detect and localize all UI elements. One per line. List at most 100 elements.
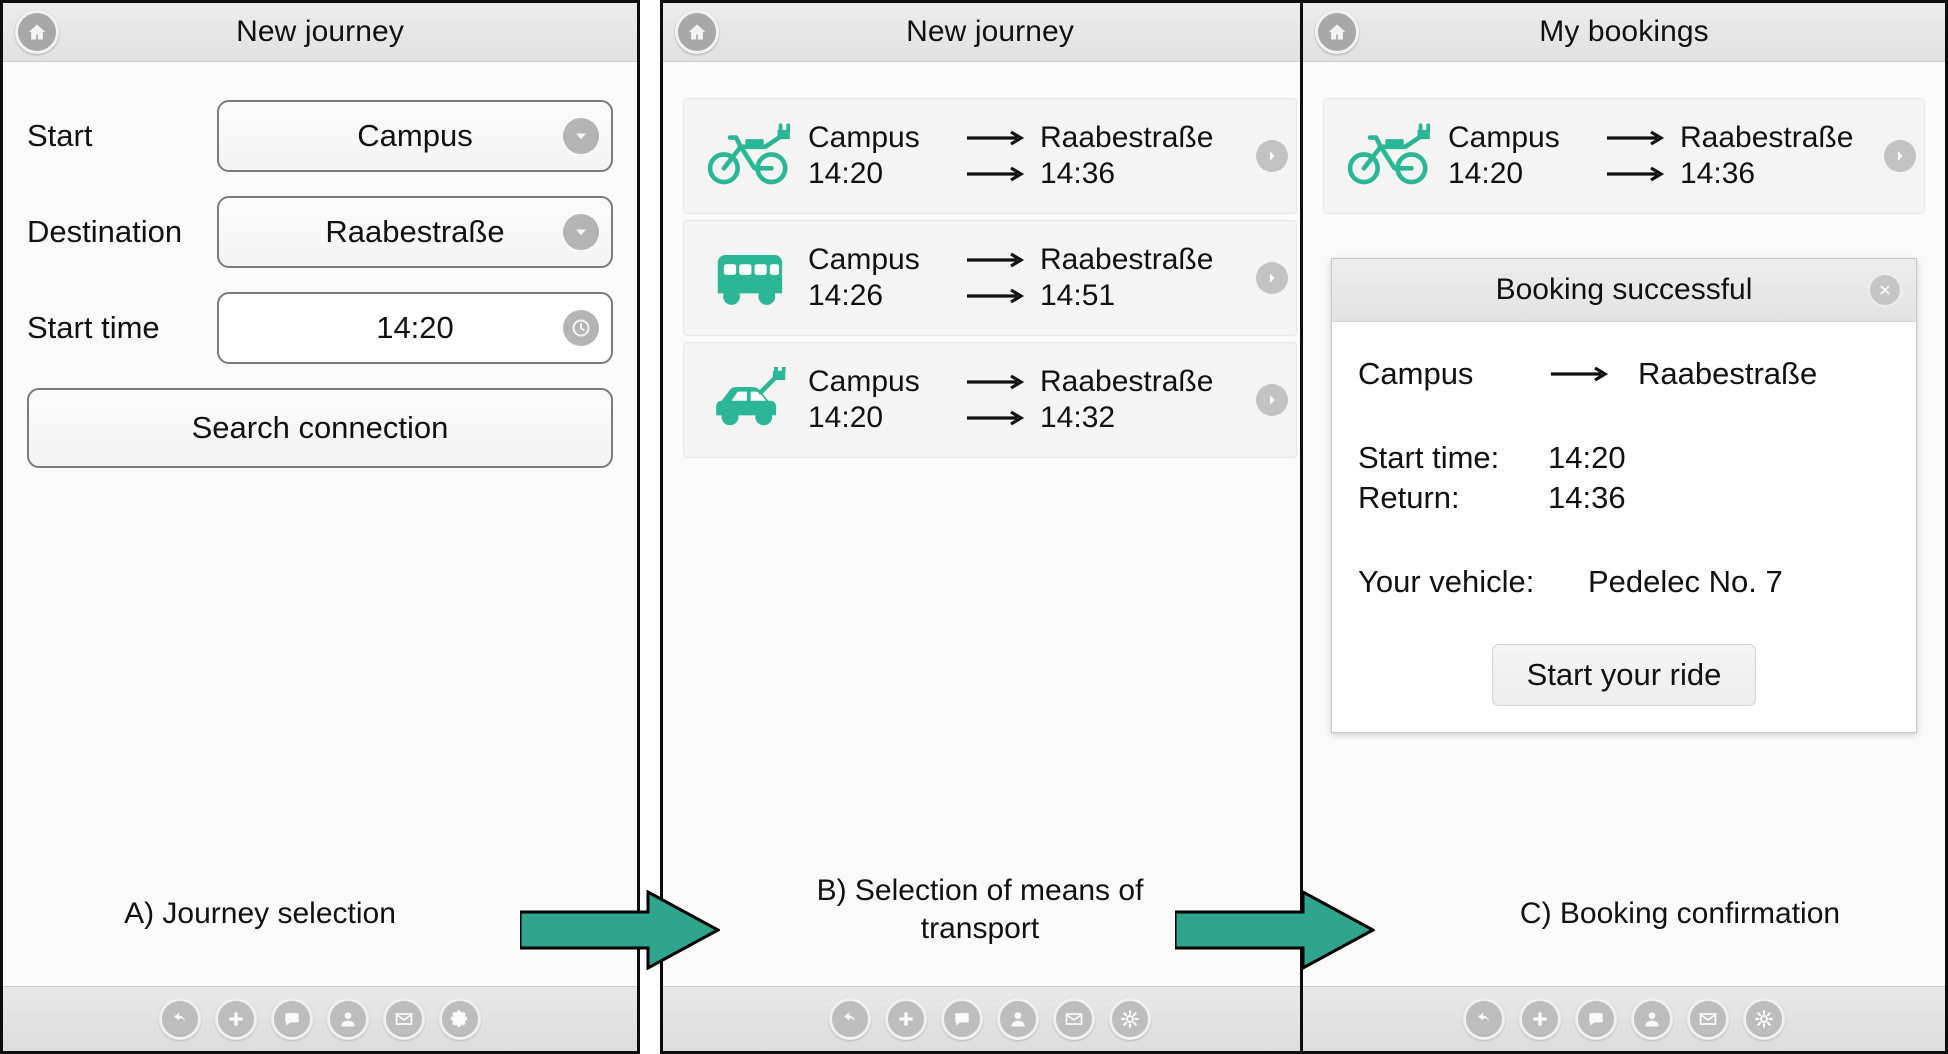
arrive-time: 14:36: [1040, 157, 1116, 190]
arrive-time: 14:36: [1680, 157, 1756, 190]
dialog-action-row: Start your ride: [1358, 644, 1890, 706]
home-icon[interactable]: [1315, 10, 1359, 54]
dialog-return-label: Return:: [1358, 480, 1460, 515]
electric-car-icon: [698, 367, 808, 433]
envelope-icon[interactable]: [1053, 998, 1095, 1040]
chevron-right-icon[interactable]: [1256, 262, 1288, 294]
screen-b: Campus Raabestraße 14:20 14:36 Campus Ra…: [663, 62, 1317, 994]
arrow-right-icon: [958, 288, 1040, 304]
chevron-right-icon[interactable]: [1256, 140, 1288, 172]
list-item[interactable]: Campus Raabestraße 14:20 14:36: [683, 98, 1297, 214]
plus-icon[interactable]: [1519, 998, 1561, 1040]
undo-icon[interactable]: [829, 998, 871, 1040]
connection-list: Campus Raabestraße 14:20 14:36 Campus Ra…: [663, 62, 1317, 458]
close-icon[interactable]: [1868, 273, 1902, 307]
undo-icon[interactable]: [159, 998, 201, 1040]
starttime-value: 14:20: [376, 310, 454, 345]
dialog-from-station: Campus: [1358, 356, 1474, 391]
plus-icon[interactable]: [885, 998, 927, 1040]
list-item[interactable]: Campus Raabestraße 14:20 14:36: [1323, 98, 1925, 214]
stations-line: Campus Raabestraße: [808, 121, 1282, 155]
arrive-time: 14:32: [1040, 401, 1116, 434]
page-title: New journey: [906, 15, 1074, 48]
person-icon[interactable]: [1631, 998, 1673, 1040]
start-your-ride-button[interactable]: Start your ride: [1491, 644, 1757, 706]
to-station: Raabestraße: [1680, 121, 1854, 154]
from-station: Campus: [808, 243, 920, 276]
to-station: Raabestraße: [1040, 121, 1214, 154]
depart-time: 14:26: [808, 279, 884, 312]
bottom-toolbar-a: [3, 986, 637, 1051]
bus-icon: [698, 245, 808, 311]
screen-a: Start Campus Destination Raabestraße Sta…: [3, 62, 637, 994]
chevron-down-icon[interactable]: [563, 214, 599, 250]
chat-bubble-icon[interactable]: [271, 998, 313, 1040]
undo-icon[interactable]: [1463, 998, 1505, 1040]
journey-form: Start Campus Destination Raabestraße Sta…: [3, 62, 637, 364]
arrow-right-icon: [1598, 130, 1680, 146]
dialog-return-row: Return: 14:36: [1358, 480, 1890, 516]
dialog-vehicle-label: Your vehicle:: [1358, 564, 1535, 599]
destination-select[interactable]: Raabestraße: [217, 196, 613, 268]
gear-icon[interactable]: [439, 998, 481, 1040]
stations-line: Campus Raabestraße: [808, 365, 1282, 399]
arrow-right-icon: [1598, 166, 1680, 182]
destination-row: Destination Raabestraße: [27, 196, 613, 268]
home-icon[interactable]: [675, 10, 719, 54]
search-connection-button[interactable]: Search connection: [27, 388, 613, 468]
list-item[interactable]: Campus Raabestraße 14:20 14:32: [683, 342, 1297, 458]
home-icon[interactable]: [15, 10, 59, 54]
start-select[interactable]: Campus: [217, 100, 613, 172]
from-station: Campus: [1448, 121, 1560, 154]
person-icon[interactable]: [327, 998, 369, 1040]
person-icon[interactable]: [997, 998, 1039, 1040]
arrow-right-icon: [1528, 366, 1638, 382]
flow-arrow-b-to-c: [1175, 890, 1375, 970]
starttime-label: Start time: [27, 310, 160, 345]
destination-label: Destination: [27, 214, 183, 249]
page-title: New journey: [236, 15, 404, 48]
arrow-right-icon: [958, 130, 1040, 146]
times-line: 14:20 14:36: [1448, 157, 1910, 191]
titlebar-c: My bookings: [1303, 3, 1945, 62]
chat-bubble-icon[interactable]: [1575, 998, 1617, 1040]
chevron-down-icon[interactable]: [563, 118, 599, 154]
to-station: Raabestraße: [1040, 243, 1214, 276]
dialog-starttime-value: 14:20: [1548, 440, 1626, 475]
caption-b: B) Selection of means of transport: [816, 874, 1144, 945]
envelope-icon[interactable]: [383, 998, 425, 1040]
chevron-right-icon[interactable]: [1884, 140, 1916, 172]
stations-line: Campus Raabestraße: [808, 243, 1282, 277]
booking-list: Campus Raabestraße 14:20 14:36: [1303, 62, 1945, 214]
titlebar-a: New journey: [3, 3, 637, 62]
pedelec-icon: [1338, 123, 1448, 189]
dialog-vehicle-row: Your vehicle: Pedelec No. 7: [1358, 564, 1890, 600]
times-line: 14:26 14:51: [808, 279, 1282, 313]
times-line: 14:20 14:32: [808, 401, 1282, 435]
connection-info: Campus Raabestraße 14:26 14:51: [808, 243, 1282, 313]
plus-icon[interactable]: [215, 998, 257, 1040]
arrive-time: 14:51: [1040, 279, 1116, 312]
clock-icon[interactable]: [563, 310, 599, 346]
start-value: Campus: [357, 118, 473, 153]
bottom-toolbar-c: [1303, 986, 1945, 1051]
caption-c: C) Booking confirmation: [1519, 897, 1841, 930]
from-station: Campus: [808, 121, 920, 154]
booking-successful-dialog: Booking successful Campus Raabestraße St…: [1331, 258, 1917, 733]
dialog-title: Booking successful: [1495, 273, 1753, 306]
bottom-toolbar-b: [663, 986, 1317, 1051]
dialog-vehicle-value: Pedelec No. 7: [1588, 564, 1783, 599]
starttime-row: Start time 14:20: [27, 292, 613, 364]
gear-icon[interactable]: [1743, 998, 1785, 1040]
starttime-input[interactable]: 14:20: [217, 292, 613, 364]
titlebar-b: New journey: [663, 3, 1317, 62]
booking-info: Campus Raabestraße 14:20 14:36: [1448, 121, 1910, 191]
envelope-icon[interactable]: [1687, 998, 1729, 1040]
gear-icon[interactable]: [1109, 998, 1151, 1040]
chat-bubble-icon[interactable]: [941, 998, 983, 1040]
list-item[interactable]: Campus Raabestraße 14:26 14:51: [683, 220, 1297, 336]
chevron-right-icon[interactable]: [1256, 384, 1288, 416]
figure-root: New journey Start Campus Destination Raa…: [0, 0, 1948, 1054]
depart-time: 14:20: [808, 157, 884, 190]
flow-arrow-a-to-b: [520, 890, 720, 970]
